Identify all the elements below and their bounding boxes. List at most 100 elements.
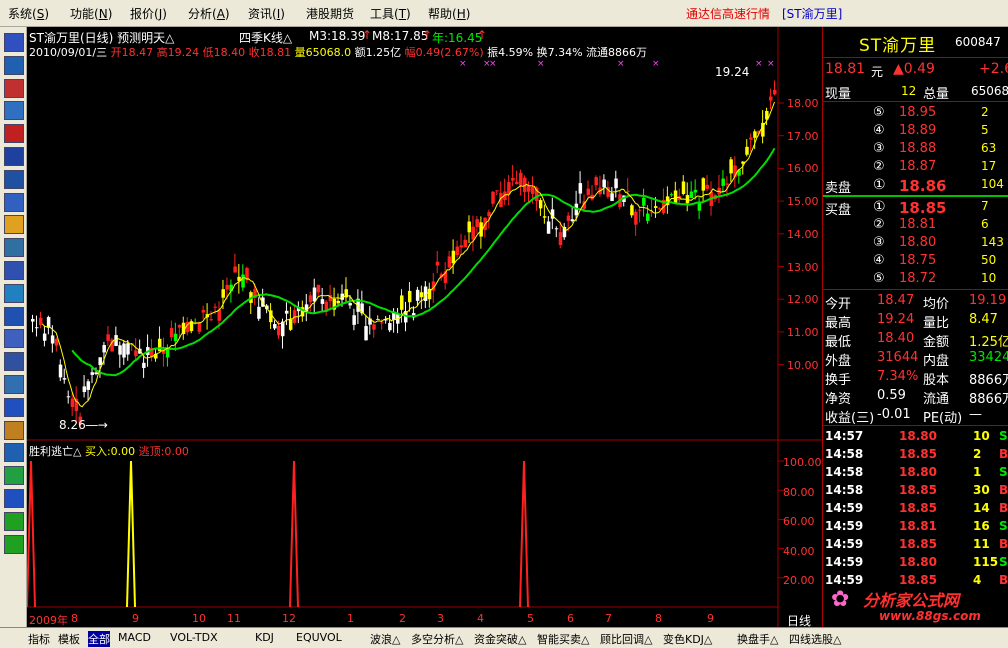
globe-icon[interactable]	[4, 283, 24, 303]
low-label: 8.26―→	[59, 418, 108, 432]
indicator-tab[interactable]: 换盘手△	[737, 631, 778, 647]
menu-quote[interactable]: 报价(J)	[130, 5, 167, 22]
indicator-tab[interactable]: KDJ	[255, 631, 274, 644]
stat-label: 最低	[825, 335, 852, 350]
stat-label: 外盘	[825, 354, 852, 369]
indicator-tab[interactable]: VOL-TDX	[170, 631, 218, 644]
level-number: ②	[873, 159, 885, 174]
wave-icon[interactable]	[4, 329, 24, 349]
x-tick-label: 4	[477, 612, 484, 625]
level-price: 18.85	[899, 199, 947, 217]
indicator-tab[interactable]: 波浪△	[370, 631, 400, 647]
window-stock: [ST渝万里]	[782, 7, 843, 21]
eit-icon[interactable]	[4, 306, 24, 326]
indicator-tab[interactable]: 顾比回调△	[600, 631, 652, 647]
down-arrow-icon[interactable]	[4, 534, 24, 554]
candles	[31, 80, 777, 430]
level-volume: 10	[981, 271, 997, 285]
x-tick-label: 12	[282, 612, 296, 625]
stat-value: 31644	[877, 350, 919, 365]
menu-info[interactable]: 资讯(I)	[248, 5, 285, 22]
x-tick-label: 11	[227, 612, 241, 625]
indicator-tab[interactable]: 资金突破△	[474, 631, 526, 647]
tick-volume: 16	[973, 519, 990, 533]
stat-value: 8.47	[969, 312, 998, 327]
exit-icon[interactable]	[4, 466, 24, 486]
up-arrow-icon: ↑	[477, 28, 488, 42]
x-tick-label: 2	[399, 612, 406, 625]
indicator-y-tick: 20.00	[783, 574, 815, 587]
doc-icon[interactable]	[4, 192, 24, 212]
level-volume: 7	[981, 199, 989, 213]
chart-area[interactable]: × × × × × × × × ST渝万里(日线) 预测明天△ 四季K线△ M3:18.39 …	[27, 27, 822, 628]
stat-value: 18.47	[877, 293, 915, 308]
stat-value: 8866万	[969, 392, 1008, 407]
sell-label: 卖盘	[825, 181, 852, 196]
indicator-tab[interactable]: EQUVOL	[296, 631, 342, 644]
level-price: 18.86	[899, 177, 947, 195]
indicator-tab[interactable]: 变色KDJ△	[663, 631, 712, 647]
grid-icon[interactable]	[4, 147, 24, 166]
cross-icon[interactable]	[4, 489, 24, 508]
stat-label: 股本	[923, 373, 950, 388]
indicator-tab[interactable]: 智能买卖△	[537, 631, 589, 647]
chart-icon[interactable]	[4, 33, 24, 52]
tick-time: 14:58	[825, 483, 864, 497]
level-price: 18.95	[899, 105, 937, 120]
window-icon[interactable]	[4, 78, 24, 98]
kline-chart[interactable]: × ×× × × × × ×	[27, 27, 822, 627]
kline-icon[interactable]	[4, 124, 24, 144]
users-icon[interactable]	[4, 238, 24, 258]
level-volume: 17	[981, 159, 997, 173]
x-tick-label: 6	[567, 612, 574, 625]
rsi-icon[interactable]	[4, 352, 24, 372]
f10-icon[interactable]	[4, 261, 24, 280]
level-number: ③	[873, 235, 885, 250]
tick-price: 18.85	[899, 483, 937, 497]
up-arrow-icon: ↑	[362, 28, 373, 42]
menu-hk-futures[interactable]: 港股期货	[306, 5, 354, 22]
high-label: 19.24	[715, 65, 750, 79]
indicator-tab[interactable]: 指标	[28, 631, 50, 647]
window2-icon[interactable]	[4, 397, 24, 417]
menu-bar: 系统(S) 功能(N) 报价(J) 分析(A) 资讯(I) 港股期货 工具(T)…	[0, 0, 1008, 27]
svg-text:×: ×	[652, 59, 660, 69]
indicator-tab[interactable]: 多空分析△	[411, 631, 463, 647]
menu-tools[interactable]: 工具(T)	[370, 5, 411, 22]
tick-side: S	[999, 519, 1008, 533]
tick-price: 18.85	[899, 501, 937, 515]
x-tick-label: 8	[655, 612, 662, 625]
stat-value: 19.24	[877, 312, 915, 327]
stat-label: 金额	[923, 335, 950, 350]
tick-side: S	[999, 465, 1008, 479]
news-icon[interactable]	[4, 215, 24, 235]
menu-analysis[interactable]: 分析(A)	[188, 5, 230, 22]
x-tick-label: 1	[347, 612, 354, 625]
indicator-tab[interactable]: MACD	[118, 631, 151, 644]
level-volume: 2	[981, 105, 989, 119]
stat-value: 33424	[969, 350, 1008, 365]
menu-system[interactable]: 系统(S)	[8, 5, 49, 22]
tool-icon[interactable]	[4, 443, 24, 463]
list-icon[interactable]	[4, 55, 24, 75]
price-pct: +2.6	[979, 61, 1008, 77]
menu-help[interactable]: 帮助(H)	[428, 5, 470, 22]
tick-price: 18.81	[899, 519, 937, 533]
watermark-url: www.88gs.com	[879, 609, 981, 623]
level-price: 18.81	[899, 217, 937, 232]
indicator-tab[interactable]: 模板	[58, 631, 80, 647]
table-icon[interactable]	[4, 169, 24, 189]
indicator-tab[interactable]: 四线选股△	[789, 631, 841, 647]
y-tick-label: 10.00	[787, 358, 819, 372]
menu-function[interactable]: 功能(N)	[70, 5, 112, 22]
stat-value: —	[969, 407, 982, 422]
up-arrow-icon[interactable]	[4, 511, 24, 531]
key-icon[interactable]	[4, 420, 24, 440]
screen-icon[interactable]	[4, 375, 24, 394]
price-change: ▲0.49	[893, 61, 935, 77]
indicator-tab[interactable]: 全部	[88, 631, 110, 647]
level-number: ②	[873, 217, 885, 232]
y-tick-label: 14.00	[787, 227, 819, 241]
line-chart-icon[interactable]	[4, 101, 24, 121]
y-tick-label: 11.00	[787, 325, 819, 339]
